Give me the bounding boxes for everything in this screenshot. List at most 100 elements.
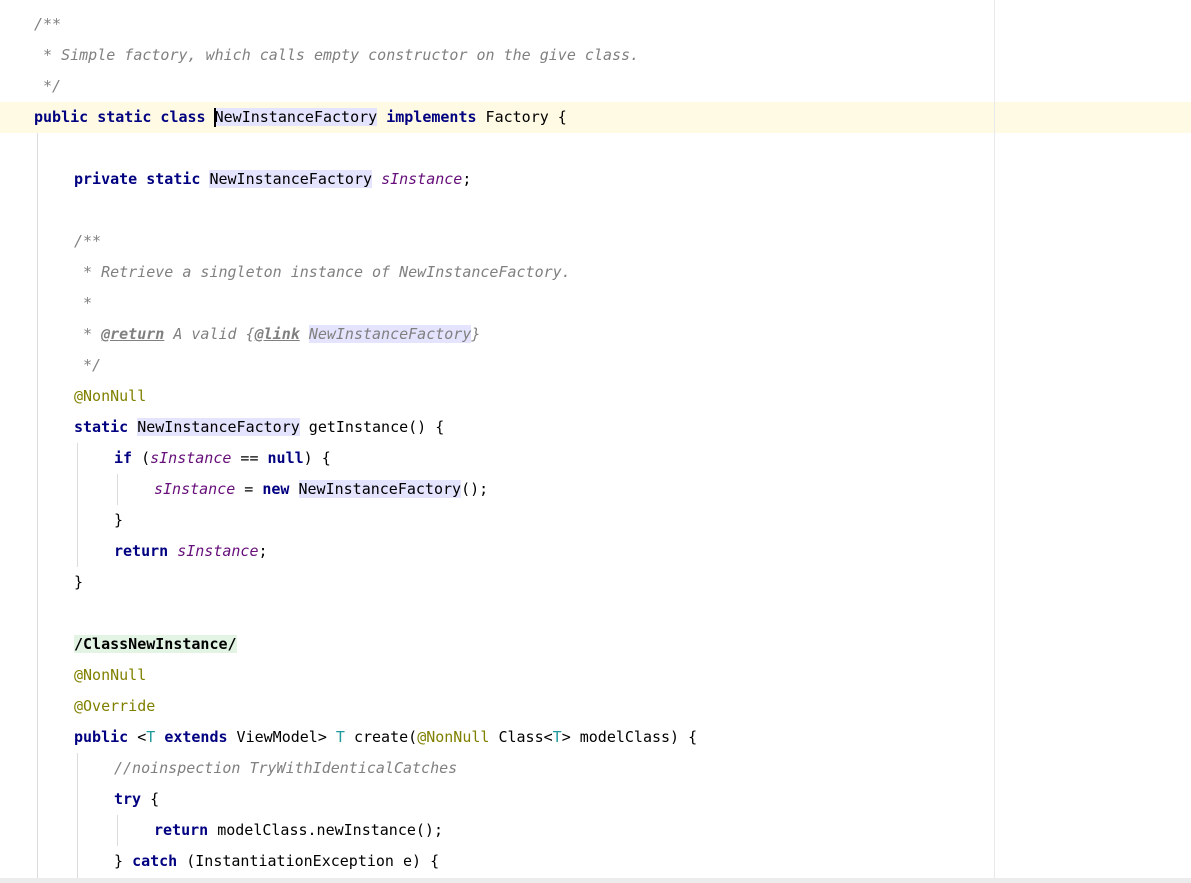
- code-token: T: [335, 728, 345, 746]
- text-caret: [213, 108, 216, 127]
- indent-guide: [117, 815, 118, 846]
- code-token: *: [74, 325, 102, 343]
- code-token: return: [114, 542, 178, 560]
- code-line[interactable]: return sInstance;: [114, 536, 268, 567]
- code-token: NewInstanceFactory: [298, 480, 462, 498]
- code-token: ViewModel>: [227, 728, 336, 746]
- code-line[interactable]: }: [74, 567, 83, 598]
- code-token: (InstantiationException e) {: [177, 852, 440, 870]
- code-token: * Retrieve a singleton instance of NewIn…: [74, 263, 571, 281]
- code-token: @Override: [74, 697, 156, 715]
- code-line[interactable]: */: [74, 350, 101, 381]
- code-token: /**: [74, 232, 102, 250]
- code-token: if: [114, 449, 133, 467]
- code-token: public: [74, 728, 138, 746]
- code-token: NewInstanceFactory: [209, 170, 373, 188]
- code-token: @link: [254, 325, 300, 343]
- code-line[interactable]: if (sInstance == null) {: [114, 443, 331, 474]
- code-token: //noinspection TryWithIdenticalCatches: [114, 759, 458, 777]
- code-token: NewInstanceFactory: [308, 325, 472, 343]
- code-token: create(: [344, 728, 418, 746]
- code-line[interactable]: *: [74, 288, 92, 319]
- code-token: NewInstanceFactory: [137, 418, 300, 436]
- right-margin-guide: [994, 0, 995, 878]
- code-line[interactable]: public static class NewInstanceFactory i…: [34, 102, 567, 133]
- code-token: sInstance: [154, 480, 236, 498]
- code-line[interactable]: try {: [114, 784, 159, 815]
- code-token: }: [471, 325, 481, 343]
- code-token: static: [74, 418, 138, 436]
- code-token: T: [552, 728, 562, 746]
- code-line[interactable]: //noinspection TryWithIdenticalCatches: [114, 753, 457, 784]
- code-line[interactable]: /ClassNewInstance/: [74, 629, 237, 660]
- code-line[interactable]: @Override: [74, 691, 155, 722]
- code-token: <: [137, 728, 147, 746]
- code-token: return: [154, 821, 218, 839]
- indent-guide: [77, 753, 78, 878]
- code-token: new: [262, 480, 290, 498]
- indent-guide: [37, 133, 38, 878]
- code-token: {: [141, 790, 160, 808]
- code-token: ();: [461, 480, 489, 498]
- code-line[interactable]: * Retrieve a singleton instance of NewIn…: [74, 257, 571, 288]
- code-token: =: [235, 480, 263, 498]
- code-token: extends: [164, 728, 228, 746]
- code-token: try: [114, 790, 142, 808]
- code-line[interactable]: @NonNull: [74, 381, 146, 412]
- code-line[interactable]: public <T extends ViewModel> T create(@N…: [74, 722, 697, 753]
- code-token: sInstance: [150, 449, 232, 467]
- code-token: ;: [258, 542, 268, 560]
- code-token: *: [74, 294, 93, 312]
- indent-guide: [117, 474, 118, 505]
- code-line[interactable]: } catch (InstantiationException e) {: [114, 846, 439, 877]
- code-line[interactable]: * Simple factory, which calls empty cons…: [34, 40, 639, 71]
- code-line[interactable]: return modelClass.newInstance();: [154, 815, 443, 846]
- code-line[interactable]: private static NewInstanceFactory sInsta…: [74, 164, 471, 195]
- code-token: /ClassNewInstance/: [74, 635, 237, 653]
- code-token: public static class: [34, 108, 215, 126]
- code-token: ==: [231, 449, 268, 467]
- code-token: @return: [101, 325, 165, 343]
- code-line[interactable]: }: [114, 505, 123, 536]
- code-token: null: [267, 449, 304, 467]
- code-token: }: [74, 573, 84, 591]
- code-token: > modelClass) {: [561, 728, 698, 746]
- code-token: ) {: [303, 449, 331, 467]
- code-line[interactable]: /**: [34, 9, 61, 40]
- code-token: @NonNull: [74, 387, 147, 405]
- code-token: NewInstanceFactory: [214, 108, 378, 126]
- code-token: implements: [386, 108, 477, 126]
- code-token: (: [132, 449, 151, 467]
- code-token: /**: [34, 15, 62, 33]
- code-line[interactable]: * @return A valid {@link NewInstanceFact…: [74, 319, 480, 350]
- indent-guide: [77, 443, 78, 567]
- code-token: */: [34, 77, 62, 95]
- code-line[interactable]: */: [34, 71, 61, 102]
- code-token: Class<: [489, 728, 553, 746]
- code-line[interactable]: /**: [74, 226, 101, 257]
- code-token: catch: [132, 852, 178, 870]
- code-token: A valid {: [164, 325, 255, 343]
- code-token: */: [74, 356, 102, 374]
- code-line[interactable]: sInstance = new NewInstanceFactory();: [154, 474, 488, 505]
- code-token: private static: [74, 170, 210, 188]
- code-editor[interactable]: /** * Simple factory, which calls empty …: [0, 0, 1191, 883]
- code-token: @NonNull: [74, 666, 147, 684]
- code-token: * Simple factory, which calls empty cons…: [34, 46, 640, 64]
- code-token: }: [114, 511, 124, 529]
- code-token: ;: [462, 170, 472, 188]
- horizontal-scrollbar[interactable]: [0, 878, 1191, 883]
- code-token: T: [146, 728, 156, 746]
- code-token: Factory {: [476, 108, 567, 126]
- code-token: modelClass.newInstance();: [217, 821, 443, 839]
- code-token: sInstance: [177, 542, 259, 560]
- code-token: }: [114, 852, 133, 870]
- code-token: @NonNull: [417, 728, 490, 746]
- code-line[interactable]: static NewInstanceFactory getInstance() …: [74, 412, 444, 443]
- code-line[interactable]: @NonNull: [74, 660, 146, 691]
